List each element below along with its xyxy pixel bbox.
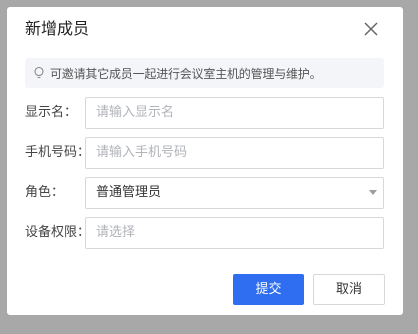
- display-name-input[interactable]: 请输入显示名: [85, 97, 384, 129]
- close-icon[interactable]: [361, 19, 381, 39]
- tip-text: 可邀请其它成员一起进行会议室主机的管理与维护。: [50, 66, 322, 81]
- add-member-dialog: 新增成员 可邀请其它成员一起进行会议室主机的管理与维护。 显示名： 请输入显示名…: [7, 7, 403, 315]
- device-permission-label: 设备权限：: [25, 225, 91, 240]
- role-label: 角色：: [25, 185, 65, 200]
- role-select[interactable]: 普通管理员: [85, 177, 384, 209]
- cancel-button[interactable]: 取消: [313, 274, 385, 305]
- display-name-label: 显示名：: [25, 105, 78, 120]
- submit-button[interactable]: 提交: [233, 274, 304, 305]
- device-permission-select[interactable]: 请选择: [85, 217, 384, 249]
- phone-input[interactable]: 请输入手机号码: [85, 137, 384, 169]
- role-select-value: 普通管理员: [96, 185, 162, 200]
- phone-label: 手机号码：: [25, 145, 91, 160]
- dropdown-arrow-icon: [369, 190, 377, 195]
- lightbulb-icon: [32, 66, 46, 80]
- dialog-title: 新增成员: [25, 19, 90, 38]
- info-tip: 可邀请其它成员一起进行会议室主机的管理与维护。: [25, 58, 384, 88]
